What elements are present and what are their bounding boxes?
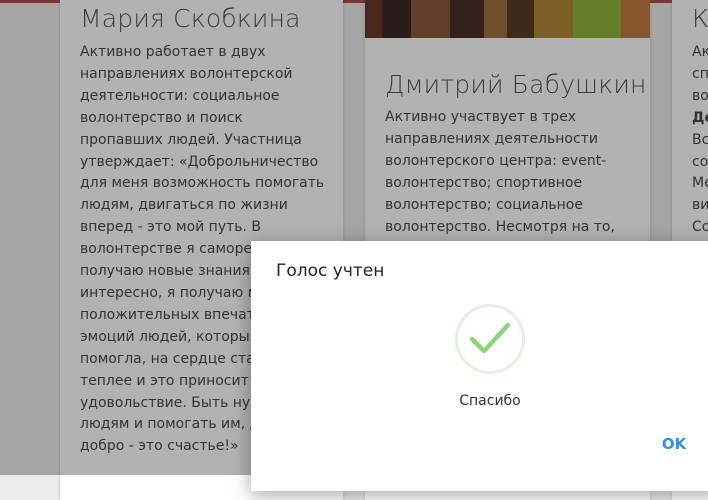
check-icon <box>469 322 511 354</box>
success-badge <box>455 304 525 374</box>
vote-confirmation-dialog: Голос учтен Спасибо OK <box>251 241 708 491</box>
ok-button[interactable]: OK <box>649 435 699 459</box>
dialog-message: Спасибо <box>459 393 521 409</box>
dialog-title: Голос учтен <box>276 261 385 281</box>
